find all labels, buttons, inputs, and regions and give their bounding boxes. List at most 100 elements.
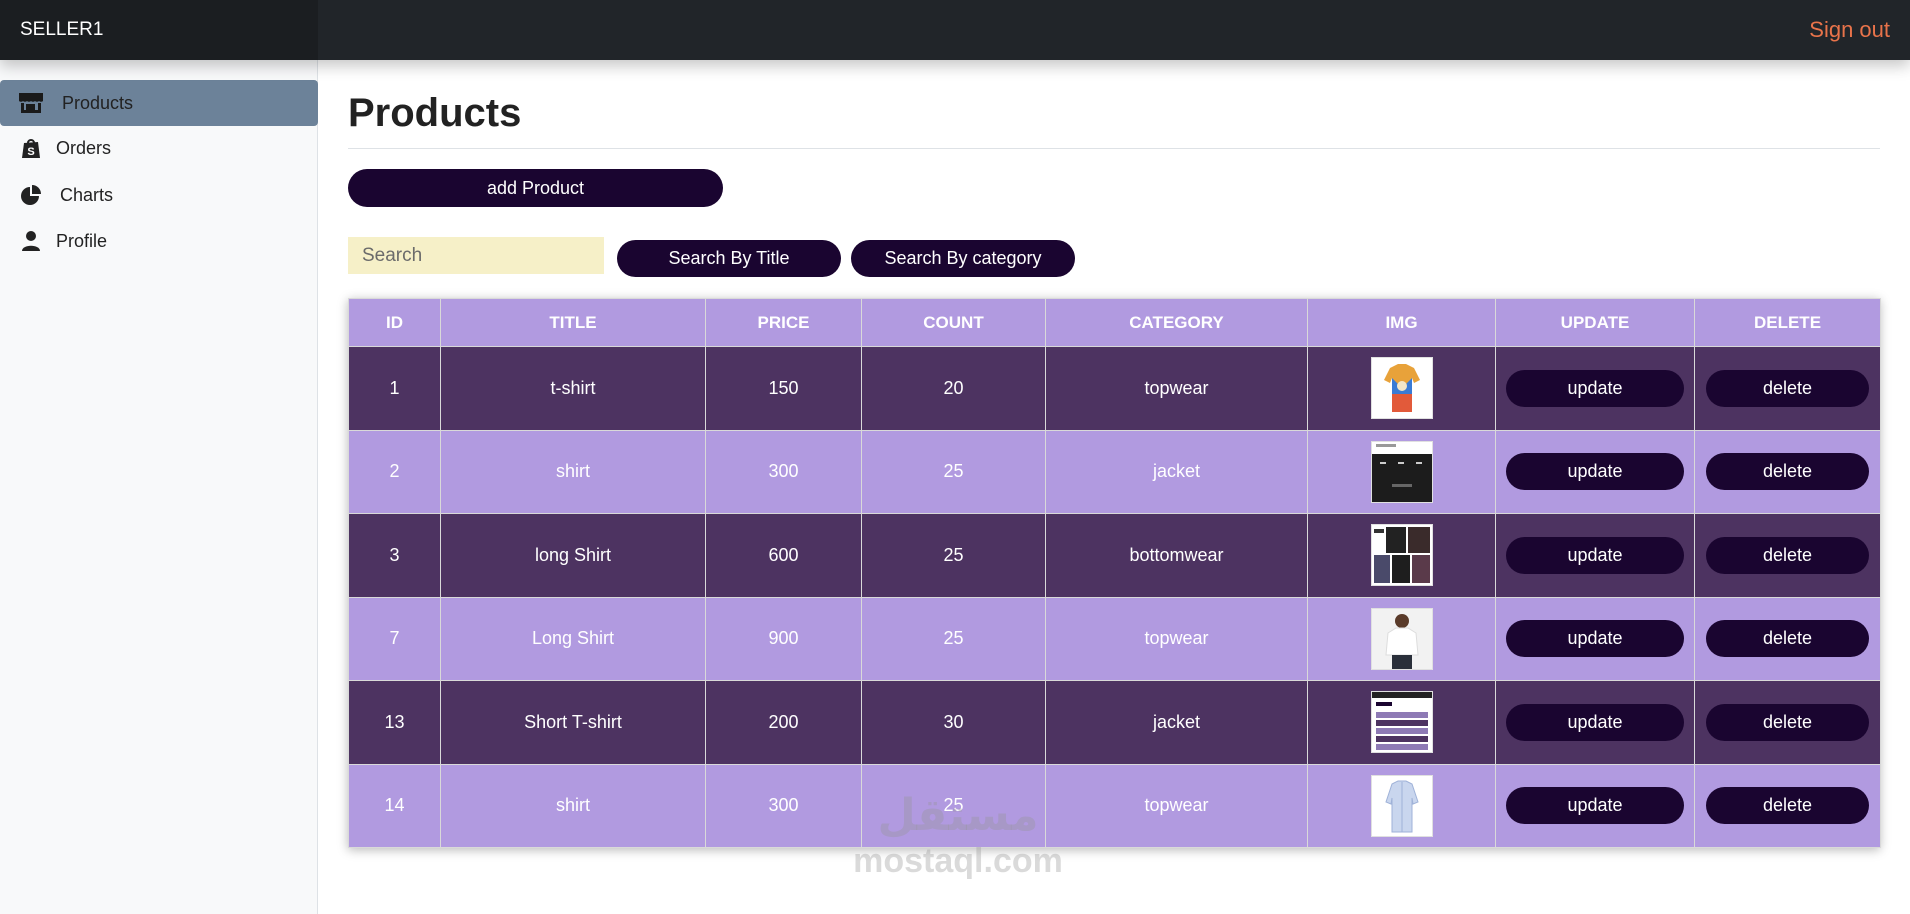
cell-count: 25 — [861, 596, 1046, 681]
update-button[interactable]: update — [1506, 703, 1684, 741]
delete-button[interactable]: delete — [1706, 536, 1869, 574]
update-button[interactable]: update — [1506, 369, 1684, 407]
store-icon — [18, 90, 44, 116]
page-title: Products — [348, 91, 522, 135]
sidebar: Products S Orders Charts Profile — [0, 60, 318, 914]
cell-title: shirt — [440, 763, 706, 848]
column-header-count: COUNT — [861, 298, 1046, 347]
cell-category: topwear — [1045, 596, 1308, 681]
delete-button[interactable]: delete — [1706, 620, 1869, 658]
sidebar-item-label: Profile — [56, 230, 108, 251]
cell-delete: delete — [1694, 763, 1881, 848]
sidebar-item-profile[interactable]: Profile — [0, 218, 318, 264]
cell-price: 200 — [705, 680, 862, 765]
delete-button[interactable]: delete — [1706, 369, 1869, 407]
sign-out-link[interactable]: Sign out — [1809, 0, 1890, 60]
top-navbar: SELLER1 Sign out — [0, 0, 1910, 60]
table-header-row: ID TITLE PRICE COUNT CATEGORY IMG UPDATE… — [348, 298, 1881, 347]
column-header-delete: DELETE — [1694, 298, 1881, 347]
cell-category: topwear — [1045, 763, 1308, 848]
fashion-grid-thumbnail — [1370, 524, 1433, 587]
cell-img — [1307, 429, 1496, 514]
cell-count: 25 — [861, 429, 1046, 514]
sidebar-item-charts[interactable]: Charts — [0, 172, 318, 218]
table-row: 2 shirt 300 25 jacket update delete — [348, 429, 1881, 514]
column-header-id: ID — [348, 298, 441, 347]
table-screenshot-thumbnail — [1370, 691, 1433, 754]
cell-img — [1307, 680, 1496, 765]
cell-delete: delete — [1694, 513, 1881, 598]
add-product-button[interactable]: add Product — [348, 169, 723, 207]
cell-price: 900 — [705, 596, 862, 681]
brand-name[interactable]: SELLER1 — [0, 0, 318, 60]
colorful-shirt-thumbnail — [1370, 357, 1433, 420]
table-row: 14 shirt 300 25 topwear update delete — [348, 763, 1881, 848]
cell-price: 150 — [705, 346, 862, 431]
column-header-price: PRICE — [705, 298, 862, 347]
cell-title: Long Shirt — [440, 596, 706, 681]
cell-title: long Shirt — [440, 513, 706, 598]
cell-img — [1307, 763, 1496, 848]
cell-count: 20 — [861, 346, 1046, 431]
column-header-img: IMG — [1307, 298, 1496, 347]
woman-white-shirt-thumbnail — [1370, 607, 1433, 670]
cell-category: jacket — [1045, 680, 1308, 765]
cell-price: 300 — [705, 429, 862, 514]
cell-update: update — [1495, 429, 1695, 514]
sidebar-item-orders[interactable]: S Orders — [0, 125, 318, 171]
cell-update: update — [1495, 680, 1695, 765]
delete-button[interactable]: delete — [1706, 787, 1869, 825]
cell-delete: delete — [1694, 346, 1881, 431]
cell-title: shirt — [440, 429, 706, 514]
cell-update: update — [1495, 346, 1695, 431]
cell-id: 1 — [348, 346, 441, 431]
shopify-bag-icon: S — [18, 135, 44, 161]
divider — [348, 148, 1880, 149]
delete-button[interactable]: delete — [1706, 453, 1869, 491]
cell-category: bottomwear — [1045, 513, 1308, 598]
column-header-title: TITLE — [440, 298, 706, 347]
column-header-update: UPDATE — [1495, 298, 1695, 347]
cell-id: 14 — [348, 763, 441, 848]
table-row: 3 long Shirt 600 25 bottomwear update de… — [348, 513, 1881, 598]
cell-update: update — [1495, 513, 1695, 598]
pie-chart-icon — [18, 182, 44, 208]
table-row: 13 Short T-shirt 200 30 jacket update de… — [348, 680, 1881, 765]
cell-count: 25 — [861, 513, 1046, 598]
products-table-container: ID TITLE PRICE COUNT CATEGORY IMG UPDATE… — [348, 298, 1881, 848]
cell-title: t-shirt — [440, 346, 706, 431]
dark-screenshot-thumbnail — [1370, 440, 1433, 503]
update-button[interactable]: update — [1506, 787, 1684, 825]
table-row: 7 Long Shirt 900 25 topwear update delet… — [348, 596, 1881, 681]
search-input[interactable] — [348, 237, 604, 274]
search-by-category-button[interactable]: Search By category — [851, 240, 1075, 277]
cell-delete: delete — [1694, 596, 1881, 681]
cell-title: Short T-shirt — [440, 680, 706, 765]
cell-category: topwear — [1045, 346, 1308, 431]
delete-button[interactable]: delete — [1706, 703, 1869, 741]
cell-img — [1307, 596, 1496, 681]
update-button[interactable]: update — [1506, 453, 1684, 491]
column-header-category: CATEGORY — [1045, 298, 1308, 347]
search-by-title-button[interactable]: Search By Title — [617, 240, 841, 277]
cell-price: 600 — [705, 513, 862, 598]
cell-price: 300 — [705, 763, 862, 848]
update-button[interactable]: update — [1506, 536, 1684, 574]
update-button[interactable]: update — [1506, 620, 1684, 658]
products-table: ID TITLE PRICE COUNT CATEGORY IMG UPDATE… — [348, 298, 1881, 848]
cell-category: jacket — [1045, 429, 1308, 514]
user-icon — [18, 228, 44, 254]
cell-update: update — [1495, 763, 1695, 848]
sidebar-item-products[interactable]: Products — [0, 80, 318, 126]
cell-id: 3 — [348, 513, 441, 598]
sidebar-item-label: Products — [62, 92, 134, 113]
cell-id: 13 — [348, 680, 441, 765]
cell-count: 25 — [861, 763, 1046, 848]
cell-id: 7 — [348, 596, 441, 681]
sidebar-item-label: Charts — [60, 184, 114, 205]
svg-text:S: S — [27, 146, 34, 158]
cell-id: 2 — [348, 429, 441, 514]
sidebar-item-label: Orders — [56, 137, 112, 158]
blue-shirt-thumbnail — [1370, 774, 1433, 837]
cell-img — [1307, 513, 1496, 598]
